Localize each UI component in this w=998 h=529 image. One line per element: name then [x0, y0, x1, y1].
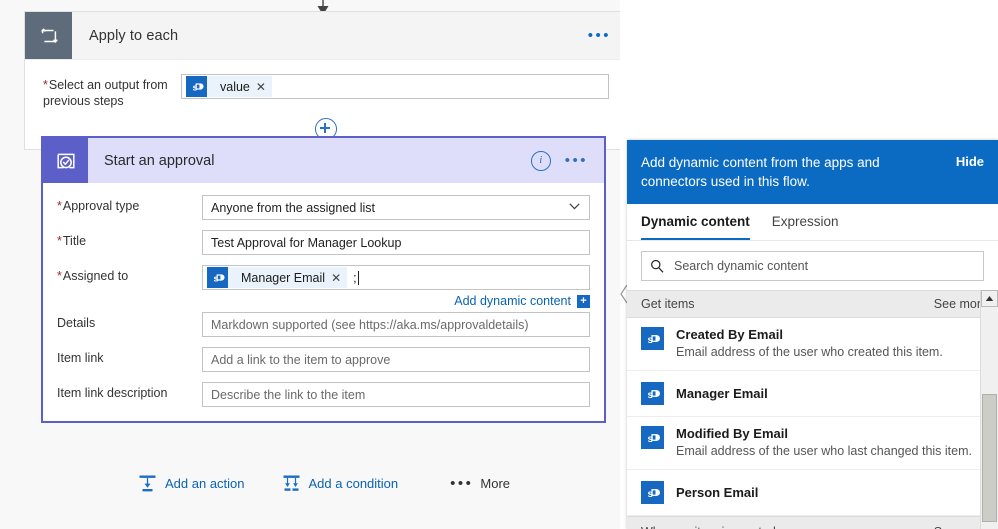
token-remove-button[interactable]: ✕ [256, 80, 266, 94]
token-label: value [220, 79, 250, 94]
title-input[interactable] [202, 230, 590, 255]
add-a-condition-label: Add a condition [308, 476, 399, 491]
approval-card-header[interactable]: Start an approval i ••• [43, 138, 604, 183]
list-item-name: Manager Email [676, 385, 768, 401]
search-input[interactable] [672, 258, 975, 274]
tab-expression[interactable]: Expression [772, 204, 839, 240]
sharepoint-icon: s [641, 481, 664, 504]
required-indicator: * [57, 199, 62, 213]
search-box[interactable] [641, 251, 984, 281]
more-button[interactable]: ••• More [450, 474, 511, 492]
list-item-description: Email address of the user who created th… [676, 345, 943, 359]
dynamic-token-manager-email[interactable]: s Manager Email ✕ [207, 267, 348, 288]
field-assigned-to: *Assigned to s Manager Email ✕ ; Add dyn… [57, 265, 590, 310]
apply-to-each-body: *Select an output from previous steps s … [25, 60, 620, 109]
dynamic-token-value[interactable]: s value ✕ [186, 76, 272, 97]
group-title: Get items [641, 297, 695, 311]
loop-icon [25, 12, 72, 59]
add-dynamic-content-row: Add dynamic content + [202, 294, 590, 308]
apply-to-each-menu-button[interactable]: ••• [588, 28, 611, 43]
apply-to-each-card[interactable]: Apply to each ••• *Select an output from… [24, 11, 620, 150]
sharepoint-icon: s [186, 76, 207, 97]
flow-designer-canvas: Apply to each ••• *Select an output from… [0, 0, 620, 529]
sharepoint-icon: s [641, 426, 664, 449]
approval-card-title: Start an approval [104, 152, 215, 169]
add-an-action-button[interactable]: Add an action [138, 474, 245, 493]
approval-check-icon [43, 138, 88, 183]
field-item-link-description: Item link description [57, 382, 590, 407]
token-remove-button[interactable]: ✕ [331, 271, 341, 285]
apply-to-each-title: Apply to each [89, 27, 179, 44]
add-a-condition-button[interactable]: Add a condition [282, 474, 399, 493]
panel-scrollbar[interactable] [980, 290, 998, 529]
panel-search-wrap [627, 241, 998, 290]
assigned-to-trailing-text: ; [353, 270, 357, 285]
canvas-bottom-actions: Add an action Add a condition ••• More [138, 474, 510, 493]
token-label: Manager Email [241, 270, 326, 285]
field-item-link: Item link [57, 347, 590, 372]
start-an-approval-card[interactable]: Start an approval i ••• *Approval type A… [41, 136, 606, 423]
list-item-name: Modified By Email [676, 426, 788, 441]
group-title: When an item is created [641, 525, 776, 529]
add-an-action-label: Add an action [165, 476, 245, 491]
list-item[interactable]: s Manager Email [627, 371, 998, 417]
list-item-name: Person Email [676, 484, 759, 500]
field-label-item-link-description: Item link description [57, 386, 168, 400]
required-indicator: * [43, 78, 48, 92]
list-item[interactable]: s Person Email [627, 470, 998, 516]
item-link-description-input[interactable] [202, 382, 590, 407]
field-label-assigned-to: *Assigned to [57, 269, 129, 283]
ellipsis-icon: ••• [450, 474, 474, 492]
list-item-description: Email address of the user who last chang… [676, 444, 972, 458]
dynamic-content-list: s Created By Email Email address of the … [627, 318, 998, 516]
apply-to-each-header[interactable]: Apply to each ••• [25, 12, 620, 60]
required-indicator: * [57, 234, 62, 248]
approval-card-menu-button[interactable]: ••• [565, 153, 588, 168]
search-icon [651, 259, 664, 273]
scrollbar-up-button[interactable] [981, 290, 998, 307]
add-dynamic-content-link[interactable]: Add dynamic content [454, 294, 571, 308]
required-indicator: * [57, 269, 62, 283]
panel-hide-button[interactable]: Hide [956, 153, 984, 169]
info-icon[interactable]: i [530, 150, 551, 171]
group-header-get-items: Get items See more [627, 290, 998, 318]
more-label: More [480, 476, 511, 491]
approval-type-select[interactable] [202, 195, 590, 220]
field-label-details: Details [57, 316, 96, 330]
list-item[interactable]: s Created By Email Email address of the … [627, 318, 998, 371]
list-item-name: Created By Email [676, 327, 783, 342]
approval-card-body: *Approval type *Title [43, 183, 604, 421]
scrollbar-thumb[interactable] [982, 394, 997, 522]
text-caret [357, 270, 359, 285]
field-details: Details [57, 312, 590, 337]
panel-tabs: Dynamic content Expression [627, 204, 998, 241]
add-dynamic-content-plus-button[interactable]: + [577, 294, 590, 308]
sharepoint-icon: s [207, 267, 228, 288]
chevron-up-icon [985, 296, 994, 301]
list-item[interactable]: s Modified By Email Email address of the… [627, 417, 998, 470]
panel-header-text: Add dynamic content from the apps and co… [641, 155, 880, 189]
output-field-input[interactable]: s value ✕ [181, 74, 609, 99]
field-label-title: *Title [57, 234, 87, 248]
field-label-approval-type: *Approval type [57, 199, 140, 213]
approval-card-actions: i ••• [530, 150, 588, 171]
panel-header: Add dynamic content from the apps and co… [627, 140, 998, 204]
add-action-icon [138, 474, 157, 493]
sharepoint-icon: s [641, 382, 664, 405]
assigned-to-input[interactable]: s Manager Email ✕ ; [202, 265, 590, 290]
group-header-when-an-item-is-created: When an item is created See more [627, 516, 998, 529]
item-link-input[interactable] [202, 347, 590, 372]
field-approval-type: *Approval type [57, 195, 590, 220]
output-field-label: *Select an output from previous steps [43, 78, 168, 108]
details-input[interactable] [202, 312, 590, 337]
sharepoint-icon: s [641, 327, 664, 350]
dynamic-content-panel: Add dynamic content from the apps and co… [627, 140, 998, 529]
field-title: *Title [57, 230, 590, 255]
tab-dynamic-content[interactable]: Dynamic content [641, 204, 750, 240]
add-condition-icon [282, 474, 301, 493]
field-label-item-link: Item link [57, 351, 104, 365]
